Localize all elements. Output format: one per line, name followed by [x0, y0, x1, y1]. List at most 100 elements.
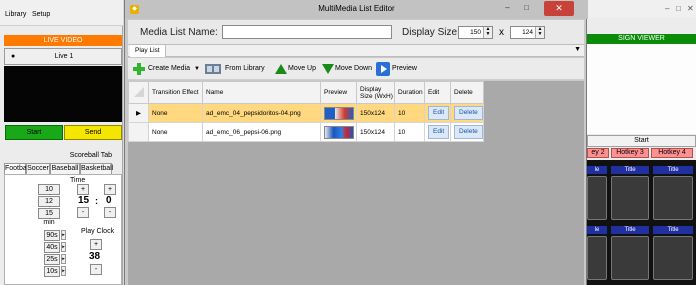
tile-thumbnail[interactable]	[587, 236, 607, 280]
preset-90s[interactable]: 90s	[44, 230, 60, 241]
chevron-down-icon[interactable]: ▼	[574, 46, 581, 53]
move-down-button[interactable]: Move Down	[335, 58, 372, 80]
cell-edit: Edit	[424, 103, 451, 123]
row-header[interactable]	[128, 122, 149, 142]
row-header[interactable]: ▶	[128, 103, 149, 123]
cell-duration[interactable]: 10	[394, 122, 425, 142]
spin-90s-icon[interactable]: ▸	[61, 230, 66, 240]
tile-thumbnail[interactable]	[611, 176, 649, 220]
tab-play-list[interactable]: Play List	[130, 45, 166, 57]
column-header-transition[interactable]: Transition Effect	[148, 81, 203, 104]
cell-transition[interactable]: None	[148, 122, 203, 142]
tile-title: Title	[611, 226, 649, 234]
table-row[interactable]: None ad_emc_06_pepsi-06.png 150x124 10 E…	[128, 122, 484, 142]
hotkey-4-button[interactable]: Hotkey 4	[651, 148, 693, 158]
spin-10s-icon[interactable]: ▸	[61, 266, 66, 276]
cell-delete: Delete	[450, 122, 484, 142]
delete-button[interactable]: Delete	[454, 125, 483, 139]
cell-transition[interactable]: None	[148, 103, 203, 123]
close-icon[interactable]: ✕	[544, 1, 574, 16]
cell-delete: Delete	[450, 103, 484, 123]
column-header-edit[interactable]: Edit	[424, 81, 451, 104]
tile-thumbnail[interactable]	[587, 176, 607, 220]
tile-thumbnail[interactable]	[653, 176, 693, 220]
media-list-name-label: Media List Name:	[140, 27, 218, 38]
hotkey-tile-grid: le Title Title le Title Title	[587, 160, 696, 285]
minimize-icon[interactable]: –	[665, 4, 669, 13]
seconds-plus-button[interactable]: +	[104, 184, 116, 195]
select-all-corner[interactable]	[128, 81, 149, 104]
start-button[interactable]: Start	[5, 125, 63, 140]
minutes-minus-button[interactable]: -	[77, 207, 89, 218]
from-library-button[interactable]: From Library	[225, 58, 265, 80]
display-size-label: Display Size:	[402, 27, 460, 38]
tile-title: le	[587, 226, 607, 234]
preset-25s[interactable]: 25s	[44, 254, 60, 265]
edit-button[interactable]: Edit	[428, 125, 450, 139]
column-header-name[interactable]: Name	[202, 81, 321, 104]
preset-10s[interactable]: 10s	[44, 266, 60, 277]
arrow-up-icon[interactable]	[274, 62, 288, 76]
display-height-input[interactable]: 124 ▲ ▼	[510, 26, 545, 39]
chevron-down-icon[interactable]: ▼	[194, 58, 200, 80]
tile-title: Title	[653, 166, 693, 174]
hotkey-3-button[interactable]: Hotkey 3	[611, 148, 649, 158]
play-clock-minus-button[interactable]: -	[90, 264, 102, 275]
seconds-value: 0	[106, 195, 112, 206]
minutes-plus-button[interactable]: +	[77, 184, 89, 195]
maximize-icon[interactable]: □	[676, 4, 681, 13]
right-start-button[interactable]: Start	[587, 135, 696, 147]
preset-10-min[interactable]: 10 min	[38, 184, 60, 202]
preset-40s[interactable]: 40s	[44, 242, 60, 253]
preview-icon[interactable]	[376, 62, 390, 76]
background-menubar: Library Setup	[0, 0, 123, 26]
delete-button[interactable]: Delete	[454, 106, 483, 120]
hotkey-2-button[interactable]: ey 2	[587, 148, 609, 158]
background-app-left: Library Setup LIVE VIDEO ● Live 1 Start …	[0, 0, 123, 285]
preset-15-min[interactable]: 15 min	[38, 208, 60, 226]
column-header-display-size[interactable]: Display Size (WxH)	[356, 81, 395, 104]
menu-setup[interactable]: Setup	[32, 11, 50, 18]
table-row[interactable]: ▶ None ad_emc_04_pepsidoritos-04.png 150…	[128, 103, 484, 123]
column-header-preview[interactable]: Preview	[320, 81, 357, 104]
cell-duration[interactable]: 10	[394, 103, 425, 123]
preview-button[interactable]: Preview	[392, 58, 417, 80]
move-up-button[interactable]: Move Up	[288, 58, 316, 80]
tile-thumbnail[interactable]	[653, 236, 693, 280]
spin-25s-icon[interactable]: ▸	[61, 254, 66, 264]
cell-display-size[interactable]: 150x124	[356, 122, 395, 142]
send-button[interactable]: Send	[64, 125, 122, 140]
live-1-item[interactable]: ● Live 1	[4, 48, 122, 65]
cell-display-size[interactable]: 150x124	[356, 103, 395, 123]
sign-viewer-area	[587, 44, 696, 134]
seconds-minus-button[interactable]: -	[104, 207, 116, 218]
edit-button[interactable]: Edit	[428, 106, 450, 120]
cell-edit: Edit	[424, 122, 451, 142]
column-header-delete[interactable]: Delete	[450, 81, 484, 104]
spin-40s-icon[interactable]: ▸	[61, 242, 66, 252]
add-icon[interactable]	[132, 62, 146, 76]
library-icon[interactable]	[204, 62, 222, 76]
media-list-name-input[interactable]	[222, 25, 392, 39]
spinner-icon[interactable]: ▲ ▼	[483, 27, 492, 38]
preset-12-min[interactable]: 12 min	[38, 196, 60, 214]
display-height-value: 124	[522, 29, 533, 36]
cell-name[interactable]: ad_emc_06_pepsi-06.png	[202, 122, 321, 142]
time-label: Time	[70, 177, 86, 184]
spinner-icon[interactable]: ▲ ▼	[535, 27, 544, 38]
cell-preview	[320, 122, 357, 142]
close-icon[interactable]: ✕	[687, 4, 694, 13]
dialog-titlebar[interactable]: ◆ MultiMedia List Editor – □ ✕	[125, 0, 588, 19]
background-right-titlebar: – □ ✕	[587, 0, 696, 18]
play-clock-plus-button[interactable]: +	[90, 239, 102, 250]
live-1-label: Live 1	[54, 53, 74, 60]
create-media-button[interactable]: Create Media	[148, 58, 190, 80]
cell-name[interactable]: ad_emc_04_pepsidoritos-04.png	[202, 103, 321, 123]
maximize-icon[interactable]: □	[518, 2, 535, 15]
tile-thumbnail[interactable]	[611, 236, 649, 280]
minimize-icon[interactable]: –	[499, 2, 516, 15]
column-header-duration[interactable]: Duration	[394, 81, 425, 104]
display-width-input[interactable]: 150 ▲ ▼	[458, 26, 493, 39]
arrow-down-icon[interactable]	[321, 62, 335, 76]
menu-library[interactable]: Library	[5, 11, 26, 18]
